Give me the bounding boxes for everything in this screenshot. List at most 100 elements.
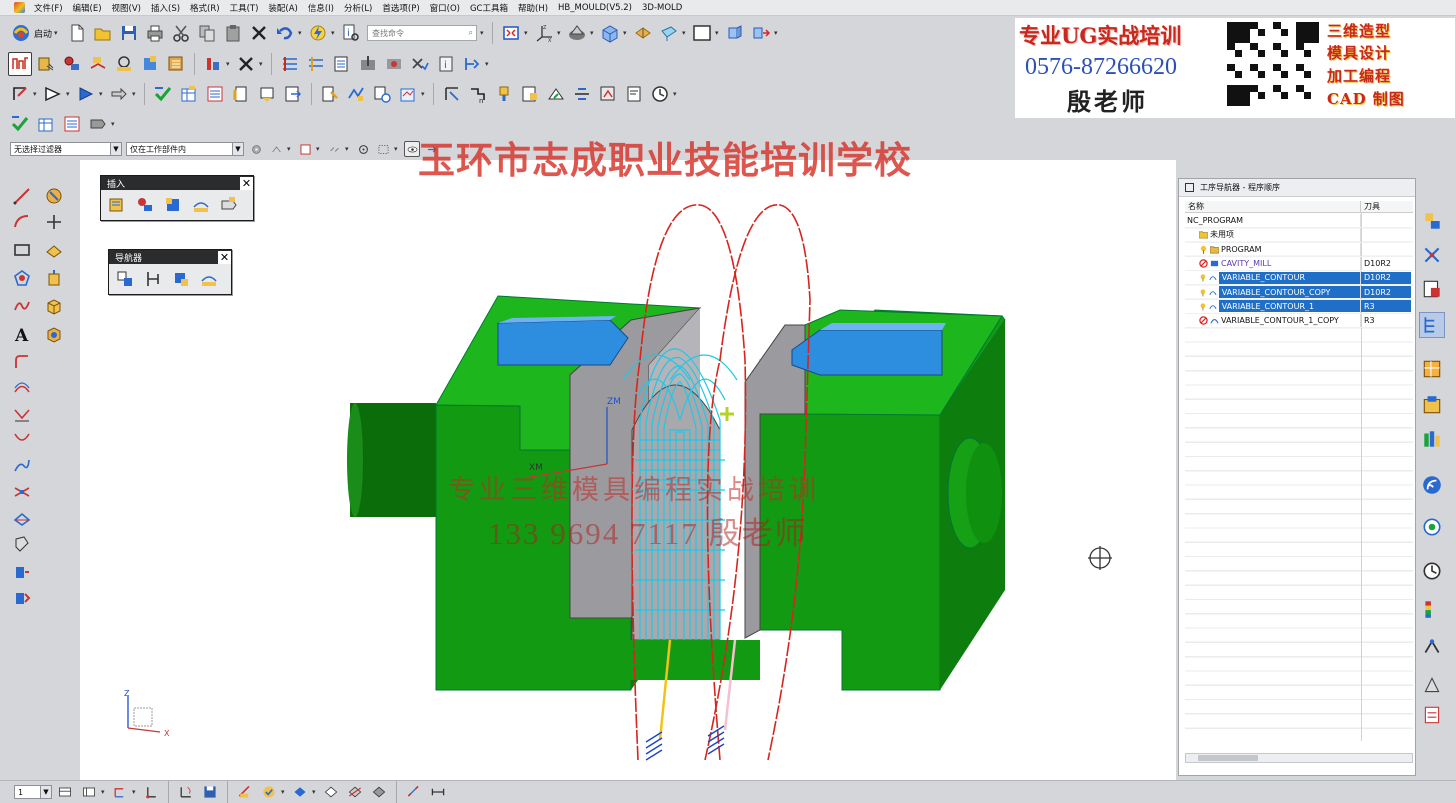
copy-button[interactable] <box>195 21 219 45</box>
resource-roles[interactable] <box>1419 634 1445 660</box>
measure-length-button[interactable] <box>427 782 449 802</box>
trim-curve-button[interactable] <box>10 560 34 584</box>
layer-settings-button[interactable] <box>54 782 76 802</box>
close-icon[interactable]: ✕ <box>218 250 231 264</box>
info-button[interactable]: i <box>434 52 458 76</box>
scope-filter-select[interactable]: 仅在工作部件内 ▼ <box>126 142 244 156</box>
extract-curve-button[interactable] <box>10 532 34 556</box>
arc-button[interactable] <box>10 210 34 234</box>
block-button[interactable] <box>42 294 66 318</box>
check-list-button[interactable] <box>60 112 84 136</box>
create-program-button[interactable] <box>34 52 58 76</box>
measure-distance-button[interactable] <box>403 782 425 802</box>
wcs-dynamic-button[interactable] <box>109 782 131 802</box>
play-object-button[interactable] <box>74 82 98 106</box>
generate-toolpath-button[interactable] <box>278 52 302 76</box>
resource-web-browser[interactable] <box>1419 472 1445 498</box>
move-object-button[interactable] <box>749 21 773 45</box>
column-header-tool[interactable]: 刀具 <box>1361 201 1380 212</box>
datum-plane-button[interactable] <box>42 238 66 262</box>
remove-button[interactable] <box>234 52 258 76</box>
sketch-finish-button[interactable] <box>258 782 280 802</box>
op-list-button[interactable] <box>203 82 227 106</box>
wcs-origin-button[interactable] <box>140 782 162 802</box>
offset-curve-button[interactable] <box>10 376 34 400</box>
extrude-button[interactable] <box>42 266 66 290</box>
undo-button[interactable] <box>273 21 297 45</box>
intersect-curve-button[interactable] <box>10 480 34 504</box>
edit-object-button[interactable] <box>8 82 32 106</box>
resource-history-2[interactable] <box>1419 702 1445 728</box>
horizontal-scrollbar[interactable] <box>1185 753 1413 763</box>
insert-program-button[interactable] <box>105 194 129 216</box>
background-button[interactable] <box>690 21 714 45</box>
print-button[interactable] <box>143 21 167 45</box>
command-finder-button[interactable]: i <box>339 21 363 45</box>
resource-clock[interactable] <box>1419 558 1445 584</box>
save-button[interactable] <box>117 21 141 45</box>
feature-menu-button[interactable] <box>42 184 66 208</box>
cutter-update-button[interactable] <box>544 82 568 106</box>
operation-row[interactable]: VARIABLE_CONTOUR_1 R3 <box>1185 299 1413 315</box>
operation-row[interactable]: PROGRAM <box>1185 242 1413 257</box>
layer-visible-button[interactable] <box>78 782 100 802</box>
menu-3d-mold[interactable]: 3D-MOLD <box>637 3 687 13</box>
list-toolpath-button[interactable] <box>330 52 354 76</box>
sketch-button[interactable] <box>234 782 256 802</box>
line-button[interactable] <box>10 184 34 208</box>
resource-history[interactable] <box>1419 514 1445 540</box>
scrollbar-thumb[interactable] <box>1198 755 1258 761</box>
insert-method-button[interactable] <box>189 194 213 216</box>
render-style-button[interactable] <box>565 21 589 45</box>
layer-select[interactable]: 1 ▼ <box>14 785 52 799</box>
wcs-orient-button[interactable]: ZX <box>532 21 556 45</box>
post-process-button[interactable] <box>460 52 484 76</box>
unite-button[interactable] <box>42 322 66 346</box>
open-button[interactable] <box>91 21 115 45</box>
create-operation-button[interactable] <box>138 52 162 76</box>
menu-help[interactable]: 帮助(H) <box>513 2 553 14</box>
tool-path-edit-button[interactable] <box>344 82 368 106</box>
op-doc-button[interactable] <box>229 82 253 106</box>
create-tool-button[interactable] <box>60 52 84 76</box>
bridge-curve-button[interactable] <box>10 428 34 452</box>
checkbox-icon[interactable] <box>1185 183 1194 192</box>
path-sequence-button[interactable]: n <box>466 82 490 106</box>
resource-hd3d-tools[interactable] <box>1419 426 1445 452</box>
menu-file[interactable]: 文件(F) <box>29 2 68 14</box>
check-view-button[interactable] <box>86 112 110 136</box>
edit-section-button[interactable] <box>631 21 655 45</box>
path-simulation-button[interactable] <box>596 82 620 106</box>
left-slider[interactable] <box>497 316 629 366</box>
polygon-button[interactable] <box>10 266 34 290</box>
column-header-name[interactable]: 名称 <box>1185 201 1361 212</box>
machine-view-button[interactable] <box>201 52 225 76</box>
transform-button[interactable] <box>107 82 131 106</box>
snap-center-button[interactable] <box>355 141 371 157</box>
point-button[interactable] <box>42 210 66 234</box>
insert-tool-button[interactable] <box>133 194 157 216</box>
operation-row[interactable]: VARIABLE_CONTOUR_1_COPY R3 <box>1185 314 1413 329</box>
check-op-button[interactable] <box>151 82 175 106</box>
path-report-button[interactable] <box>396 82 420 106</box>
menu-info[interactable]: 信息(I) <box>303 2 339 14</box>
resource-operation-navigator[interactable] <box>1419 312 1445 338</box>
spline-button[interactable] <box>10 294 34 318</box>
menu-window[interactable]: 窗口(O) <box>425 2 465 14</box>
simulate-machine-button[interactable] <box>382 52 406 76</box>
rectangle-button[interactable] <box>10 238 34 262</box>
show-hide-toggle-button[interactable] <box>320 782 342 802</box>
replay-toolpath-button[interactable] <box>304 52 328 76</box>
op-table-button[interactable] <box>177 82 201 106</box>
resource-assembly-navigator[interactable] <box>1419 208 1445 234</box>
operation-row[interactable]: 未用项 <box>1185 228 1413 243</box>
wcs-rotate-button[interactable] <box>175 782 197 802</box>
method-view-button[interactable] <box>197 268 221 290</box>
show-only-button[interactable] <box>289 782 311 802</box>
snap-point-button[interactable] <box>268 141 284 157</box>
text-button[interactable]: A <box>10 322 34 346</box>
feeds-speeds-button[interactable] <box>318 82 342 106</box>
start-button[interactable]: 启动 ▾ <box>8 23 63 43</box>
split-path-button[interactable] <box>570 82 594 106</box>
create-method-button[interactable] <box>112 52 136 76</box>
